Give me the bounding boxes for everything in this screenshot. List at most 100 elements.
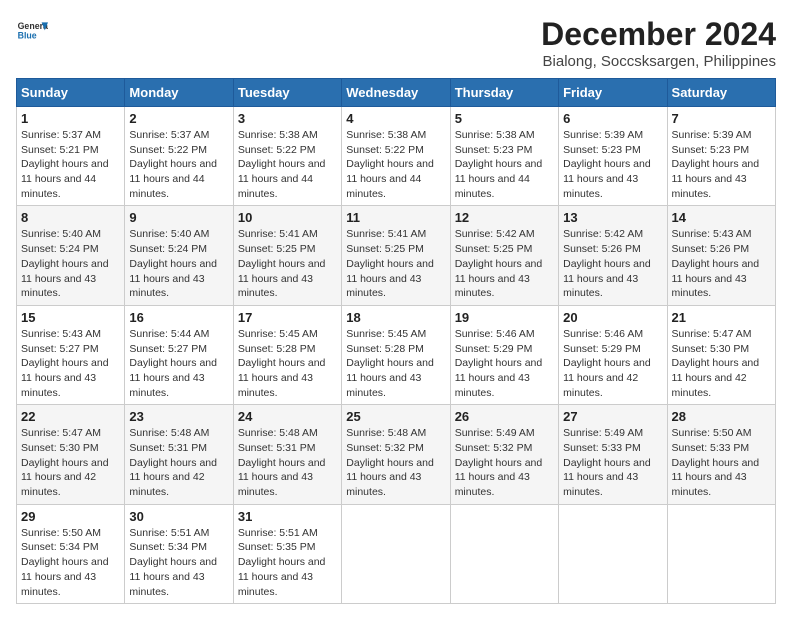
calendar-cell: 23 Sunrise: 5:48 AM Sunset: 5:31 PM Dayl… [125,405,233,504]
calendar-cell [559,504,667,603]
calendar-cell: 5 Sunrise: 5:38 AM Sunset: 5:23 PM Dayli… [450,107,558,206]
calendar-cell: 18 Sunrise: 5:45 AM Sunset: 5:28 PM Dayl… [342,305,450,404]
day-number: 20 [563,310,662,325]
calendar-cell: 30 Sunrise: 5:51 AM Sunset: 5:34 PM Dayl… [125,504,233,603]
calendar-cell: 31 Sunrise: 5:51 AM Sunset: 5:35 PM Dayl… [233,504,341,603]
day-info: Sunrise: 5:41 AM Sunset: 5:25 PM Dayligh… [346,227,445,300]
day-info: Sunrise: 5:46 AM Sunset: 5:29 PM Dayligh… [455,327,554,400]
day-info: Sunrise: 5:38 AM Sunset: 5:23 PM Dayligh… [455,128,554,201]
day-number: 15 [21,310,120,325]
day-number: 27 [563,409,662,424]
calendar-cell: 21 Sunrise: 5:47 AM Sunset: 5:30 PM Dayl… [667,305,775,404]
week-row-5: 29 Sunrise: 5:50 AM Sunset: 5:34 PM Dayl… [17,504,776,603]
calendar-cell: 20 Sunrise: 5:46 AM Sunset: 5:29 PM Dayl… [559,305,667,404]
day-number: 29 [21,509,120,524]
calendar-cell: 28 Sunrise: 5:50 AM Sunset: 5:33 PM Dayl… [667,405,775,504]
day-info: Sunrise: 5:42 AM Sunset: 5:25 PM Dayligh… [455,227,554,300]
header: General Blue December 2024 Bialong, Socc… [16,16,776,70]
calendar-cell: 8 Sunrise: 5:40 AM Sunset: 5:24 PM Dayli… [17,206,125,305]
calendar-cell: 17 Sunrise: 5:45 AM Sunset: 5:28 PM Dayl… [233,305,341,404]
day-info: Sunrise: 5:50 AM Sunset: 5:34 PM Dayligh… [21,526,120,599]
day-number: 6 [563,111,662,126]
day-info: Sunrise: 5:48 AM Sunset: 5:31 PM Dayligh… [238,426,337,499]
day-info: Sunrise: 5:39 AM Sunset: 5:23 PM Dayligh… [672,128,771,201]
day-info: Sunrise: 5:40 AM Sunset: 5:24 PM Dayligh… [129,227,228,300]
day-info: Sunrise: 5:50 AM Sunset: 5:33 PM Dayligh… [672,426,771,499]
col-sunday: Sunday [17,79,125,107]
calendar-cell: 22 Sunrise: 5:47 AM Sunset: 5:30 PM Dayl… [17,405,125,504]
day-info: Sunrise: 5:45 AM Sunset: 5:28 PM Dayligh… [346,327,445,400]
day-number: 23 [129,409,228,424]
calendar-cell: 14 Sunrise: 5:43 AM Sunset: 5:26 PM Dayl… [667,206,775,305]
col-friday: Friday [559,79,667,107]
day-number: 13 [563,210,662,225]
calendar-cell: 3 Sunrise: 5:38 AM Sunset: 5:22 PM Dayli… [233,107,341,206]
day-info: Sunrise: 5:44 AM Sunset: 5:27 PM Dayligh… [129,327,228,400]
day-info: Sunrise: 5:51 AM Sunset: 5:34 PM Dayligh… [129,526,228,599]
calendar-cell: 11 Sunrise: 5:41 AM Sunset: 5:25 PM Dayl… [342,206,450,305]
day-number: 11 [346,210,445,225]
day-number: 24 [238,409,337,424]
logo-icon: General Blue [16,16,48,48]
title-area: December 2024 Bialong, Soccsksargen, Phi… [541,16,776,70]
day-number: 25 [346,409,445,424]
day-number: 16 [129,310,228,325]
calendar-cell: 2 Sunrise: 5:37 AM Sunset: 5:22 PM Dayli… [125,107,233,206]
day-info: Sunrise: 5:43 AM Sunset: 5:27 PM Dayligh… [21,327,120,400]
day-number: 2 [129,111,228,126]
calendar-cell: 4 Sunrise: 5:38 AM Sunset: 5:22 PM Dayli… [342,107,450,206]
day-number: 9 [129,210,228,225]
col-tuesday: Tuesday [233,79,341,107]
day-number: 12 [455,210,554,225]
day-info: Sunrise: 5:46 AM Sunset: 5:29 PM Dayligh… [563,327,662,400]
day-info: Sunrise: 5:39 AM Sunset: 5:23 PM Dayligh… [563,128,662,201]
calendar-cell: 1 Sunrise: 5:37 AM Sunset: 5:21 PM Dayli… [17,107,125,206]
calendar-cell: 13 Sunrise: 5:42 AM Sunset: 5:26 PM Dayl… [559,206,667,305]
day-info: Sunrise: 5:41 AM Sunset: 5:25 PM Dayligh… [238,227,337,300]
page-subtitle: Bialong, Soccsksargen, Philippines [541,53,776,70]
day-info: Sunrise: 5:45 AM Sunset: 5:28 PM Dayligh… [238,327,337,400]
day-number: 10 [238,210,337,225]
calendar-cell: 25 Sunrise: 5:48 AM Sunset: 5:32 PM Dayl… [342,405,450,504]
calendar-cell: 26 Sunrise: 5:49 AM Sunset: 5:32 PM Dayl… [450,405,558,504]
col-thursday: Thursday [450,79,558,107]
day-info: Sunrise: 5:51 AM Sunset: 5:35 PM Dayligh… [238,526,337,599]
calendar-cell: 29 Sunrise: 5:50 AM Sunset: 5:34 PM Dayl… [17,504,125,603]
day-number: 3 [238,111,337,126]
week-row-2: 8 Sunrise: 5:40 AM Sunset: 5:24 PM Dayli… [17,206,776,305]
week-row-4: 22 Sunrise: 5:47 AM Sunset: 5:30 PM Dayl… [17,405,776,504]
week-row-3: 15 Sunrise: 5:43 AM Sunset: 5:27 PM Dayl… [17,305,776,404]
day-number: 31 [238,509,337,524]
page-title: December 2024 [541,16,776,53]
col-saturday: Saturday [667,79,775,107]
svg-text:Blue: Blue [18,30,37,40]
calendar-cell: 9 Sunrise: 5:40 AM Sunset: 5:24 PM Dayli… [125,206,233,305]
day-info: Sunrise: 5:48 AM Sunset: 5:32 PM Dayligh… [346,426,445,499]
calendar-cell: 15 Sunrise: 5:43 AM Sunset: 5:27 PM Dayl… [17,305,125,404]
day-info: Sunrise: 5:40 AM Sunset: 5:24 PM Dayligh… [21,227,120,300]
day-number: 7 [672,111,771,126]
calendar-cell: 16 Sunrise: 5:44 AM Sunset: 5:27 PM Dayl… [125,305,233,404]
day-number: 1 [21,111,120,126]
day-info: Sunrise: 5:47 AM Sunset: 5:30 PM Dayligh… [21,426,120,499]
day-info: Sunrise: 5:49 AM Sunset: 5:33 PM Dayligh… [563,426,662,499]
day-number: 5 [455,111,554,126]
day-info: Sunrise: 5:42 AM Sunset: 5:26 PM Dayligh… [563,227,662,300]
day-number: 26 [455,409,554,424]
calendar-cell: 7 Sunrise: 5:39 AM Sunset: 5:23 PM Dayli… [667,107,775,206]
calendar-cell [667,504,775,603]
day-number: 19 [455,310,554,325]
calendar-cell: 24 Sunrise: 5:48 AM Sunset: 5:31 PM Dayl… [233,405,341,504]
calendar-cell: 10 Sunrise: 5:41 AM Sunset: 5:25 PM Dayl… [233,206,341,305]
day-number: 8 [21,210,120,225]
day-info: Sunrise: 5:38 AM Sunset: 5:22 PM Dayligh… [346,128,445,201]
calendar-cell [342,504,450,603]
day-number: 28 [672,409,771,424]
day-number: 4 [346,111,445,126]
calendar-table: Sunday Monday Tuesday Wednesday Thursday… [16,78,776,604]
day-number: 21 [672,310,771,325]
day-number: 17 [238,310,337,325]
logo: General Blue [16,16,48,48]
day-info: Sunrise: 5:37 AM Sunset: 5:21 PM Dayligh… [21,128,120,201]
day-number: 30 [129,509,228,524]
